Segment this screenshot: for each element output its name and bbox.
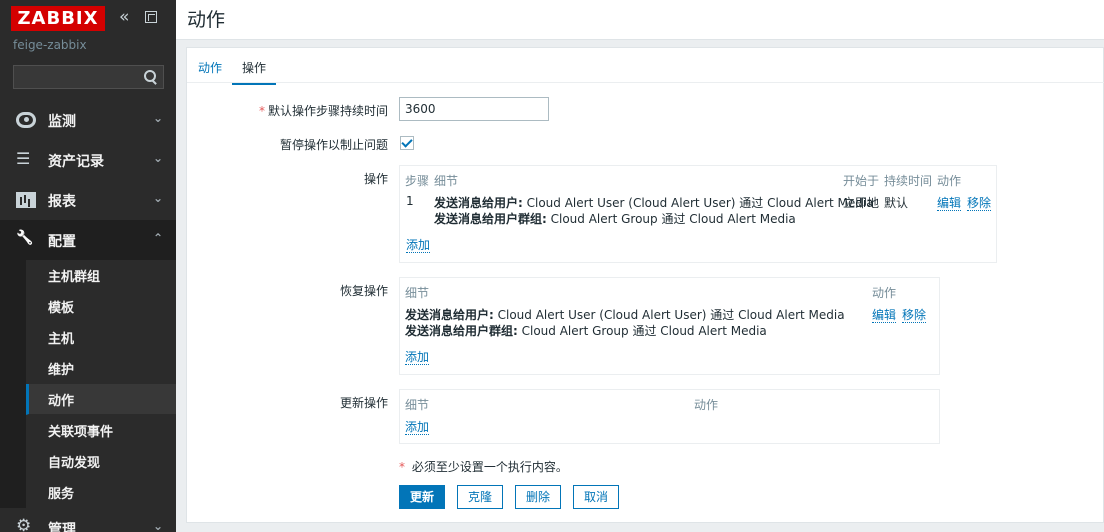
gear-icon xyxy=(16,516,36,532)
server-name: feige-zabbix xyxy=(13,38,87,52)
submenu-maintenance[interactable]: 维护 xyxy=(26,353,176,384)
header-action: 动作 xyxy=(872,286,897,300)
recovery-operations-table: 细节 动作 发送消息给用户: Cloud Alert User (Cloud A… xyxy=(399,277,940,375)
delete-button[interactable]: 删除 xyxy=(515,485,562,509)
wrench-icon xyxy=(16,232,36,248)
recovery-remove-cell: 移除 xyxy=(902,306,927,323)
eye-icon xyxy=(16,112,36,128)
update-button[interactable]: 更新 xyxy=(399,485,446,509)
operations-label: 操作 xyxy=(363,172,388,186)
menu-label: 监测 xyxy=(48,114,76,130)
header-duration: 持续时间 xyxy=(884,174,933,188)
recovery-detail-line1: 发送消息给用户: Cloud Alert User (Cloud Alert U… xyxy=(405,308,845,322)
tab-operations[interactable]: 操作 xyxy=(232,59,277,85)
menu-reports[interactable]: 报表 ⌄ xyxy=(0,180,176,220)
cancel-button[interactable]: 取消 xyxy=(573,485,620,509)
brand: ZABBIX « xyxy=(0,0,176,38)
edit-operation-link[interactable]: 编辑 xyxy=(937,196,962,211)
collapse-sidebar-icon[interactable]: « xyxy=(119,8,129,26)
header-action: 动作 xyxy=(694,398,719,412)
pause-label: 暂停操作以制止问题 xyxy=(279,138,388,152)
menu-monitoring[interactable]: 监测 ⌄ xyxy=(0,100,176,140)
recovery-label: 恢复操作 xyxy=(339,284,388,298)
update-operations-table: 细节 动作 添加 xyxy=(399,389,940,444)
default-duration-input[interactable] xyxy=(399,97,549,121)
main-menu: 监测 ⌄ 资产记录 ⌄ 报表 ⌄ 配置 ⌃ 主机群组 模板 主机 维护 动作 关… xyxy=(0,100,176,532)
header-steps: 步骤 xyxy=(405,174,430,188)
add-recovery-link[interactable]: 添加 xyxy=(405,350,430,365)
tab-bar: 动作 操作 xyxy=(187,48,1104,85)
operation-remove-cell: 移除 xyxy=(967,194,992,211)
menu-label: 报表 xyxy=(48,194,76,210)
menu-administration[interactable]: 管理 ⌄ xyxy=(0,508,176,532)
list-icon xyxy=(16,149,36,168)
chevron-down-icon: ⌄ xyxy=(153,191,164,205)
update-add-cell: 添加 xyxy=(405,418,430,435)
recovery-edit-cell: 编辑 xyxy=(872,306,897,323)
menu-label: 资产记录 xyxy=(48,154,104,170)
page-title: 动作 xyxy=(187,9,226,31)
action-form-card: 动作 操作 *默认操作步骤持续时间 暂停操作以制止问题 操作 步骤 细节 开始于… xyxy=(186,47,1104,523)
operations-table: 步骤 细节 开始于 持续时间 动作 1 发送消息给用户: Cloud Alert… xyxy=(399,165,997,263)
operation-step: 1 xyxy=(406,194,414,208)
header-details: 细节 xyxy=(434,174,459,188)
submenu-services[interactable]: 服务 xyxy=(26,477,176,508)
pause-checkbox[interactable] xyxy=(400,136,414,150)
configuration-submenu: 主机群组 模板 主机 维护 动作 关联项事件 自动发现 服务 xyxy=(0,260,176,508)
clone-button[interactable]: 克隆 xyxy=(457,485,504,509)
report-icon xyxy=(16,192,36,208)
menu-label: 配置 xyxy=(48,234,76,250)
submenu-templates[interactable]: 模板 xyxy=(26,291,176,322)
required-marker: * xyxy=(258,104,265,118)
default-duration-label: * 默认操作步骤持续时间 xyxy=(258,104,388,118)
search-box xyxy=(13,65,164,89)
submenu-host-groups[interactable]: 主机群组 xyxy=(26,260,176,291)
menu-inventory[interactable]: 资产记录 ⌄ xyxy=(0,140,176,180)
add-update-link[interactable]: 添加 xyxy=(405,420,430,435)
sidebar: ZABBIX « feige-zabbix 监测 ⌄ 资产记录 ⌄ 报表 ⌄ 配… xyxy=(0,0,176,532)
chevron-down-icon: ⌄ xyxy=(153,111,164,125)
submenu-hosts[interactable]: 主机 xyxy=(26,322,176,353)
header-details: 细节 xyxy=(405,286,430,300)
menu-configuration[interactable]: 配置 ⌃ xyxy=(0,220,176,260)
operation-edit-cell: 编辑 xyxy=(937,194,962,211)
search-input[interactable] xyxy=(14,66,134,88)
zabbix-logo[interactable]: ZABBIX xyxy=(11,6,105,31)
chevron-down-icon: ⌄ xyxy=(153,151,164,165)
operation-duration: 默认 xyxy=(884,196,909,210)
chevron-down-icon: ⌄ xyxy=(153,519,164,532)
recovery-detail-line2: 发送消息给用户群组: Cloud Alert Group 通过 Cloud Al… xyxy=(405,324,767,338)
chevron-up-icon: ⌃ xyxy=(153,231,164,245)
operation-start-in: 立即地 xyxy=(843,196,880,210)
submenu-event-correlation[interactable]: 关联项事件 xyxy=(26,415,176,446)
kiosk-mode-icon[interactable] xyxy=(145,11,157,23)
update-label: 更新操作 xyxy=(339,396,388,410)
page-header: 动作 xyxy=(176,0,1104,40)
tab-action[interactable]: 动作 xyxy=(198,59,222,76)
menu-label: 管理 xyxy=(48,522,76,532)
add-operation-link[interactable]: 添加 xyxy=(406,238,431,253)
header-start-in: 开始于 xyxy=(843,174,880,188)
submenu-actions[interactable]: 动作 xyxy=(26,384,176,415)
required-note: * 必须至少设置一个执行内容。 xyxy=(399,460,568,474)
operation-detail-line2: 发送消息给用户群组: Cloud Alert Group 通过 Cloud Al… xyxy=(434,212,796,226)
remove-operation-link[interactable]: 移除 xyxy=(967,196,992,211)
submenu-discovery[interactable]: 自动发现 xyxy=(26,446,176,477)
search-icon[interactable] xyxy=(143,69,159,85)
operation-add-cell: 添加 xyxy=(406,236,431,253)
recovery-add-cell: 添加 xyxy=(405,348,430,365)
remove-recovery-link[interactable]: 移除 xyxy=(902,308,927,323)
edit-recovery-link[interactable]: 编辑 xyxy=(872,308,897,323)
header-action: 动作 xyxy=(937,174,962,188)
header-details: 细节 xyxy=(405,398,430,412)
operation-detail-line1: 发送消息给用户: Cloud Alert User (Cloud Alert U… xyxy=(434,196,874,210)
